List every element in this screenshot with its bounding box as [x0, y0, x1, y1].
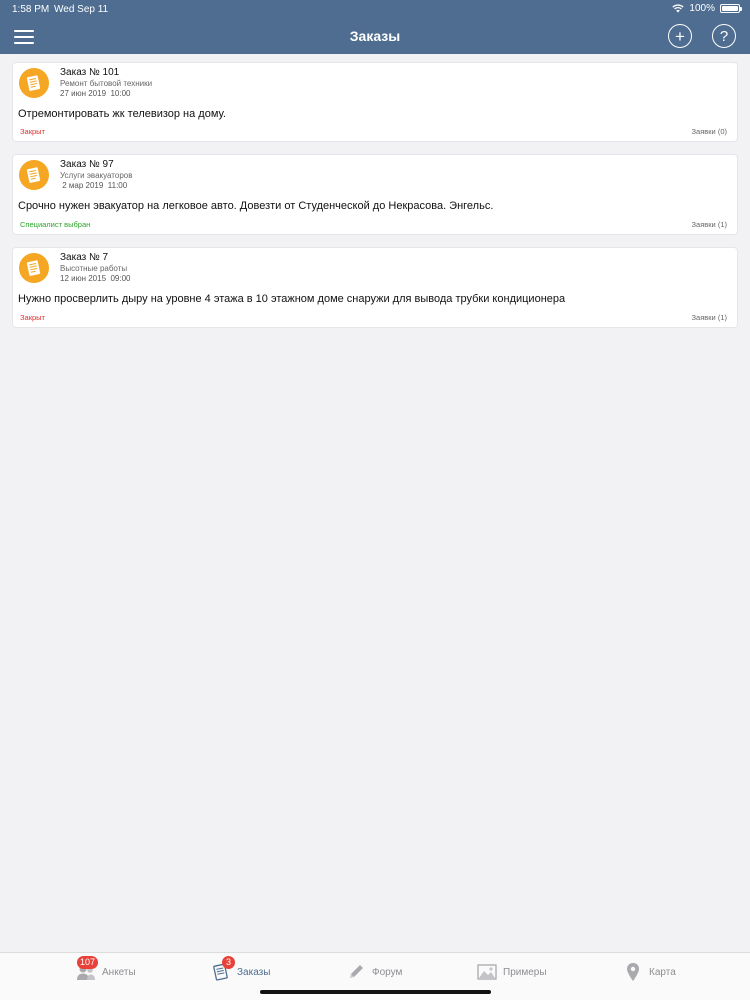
order-avatar [19, 68, 49, 98]
order-title: Заказ № 97 [60, 159, 114, 170]
home-indicator[interactable] [260, 990, 491, 994]
order-description: Срочно нужен эвакуатор на легковое авто.… [18, 200, 494, 212]
document-icon [26, 75, 41, 91]
orders-badge: 3 [222, 956, 235, 969]
add-order-button[interactable]: + [668, 24, 692, 48]
status-right: 100% [672, 3, 742, 14]
map-pin-icon [623, 962, 643, 982]
document-icon [26, 260, 41, 276]
order-category: Высотные работы [60, 264, 128, 273]
tab-orders[interactable]: 3 Заказы [211, 956, 271, 983]
orders-icon: 3 [211, 956, 235, 982]
order-description: Отремонтировать жк телевизор на дому. [18, 108, 226, 120]
order-category: Ремонт бытовой техники [60, 79, 153, 88]
tab-label: Анкеты [102, 966, 136, 978]
order-bids-count: Заявки (1) [691, 313, 727, 322]
document-icon [26, 167, 41, 183]
order-status: Закрыт [20, 313, 45, 322]
order-bids-count: Заявки (0) [691, 127, 727, 136]
profiles-badge: 107 [77, 956, 99, 969]
order-card[interactable]: Заказ № 97 Услуги эвакуаторов 2 мар 2019… [12, 154, 738, 235]
order-title: Заказ № 7 [60, 252, 109, 263]
order-title: Заказ № 101 [60, 67, 120, 78]
navigation-bar: Заказы + ? [0, 18, 750, 54]
tab-forum[interactable]: Форум [346, 961, 402, 983]
tab-label: Форум [372, 966, 403, 978]
orders-list: Заказ № 101 Ремонт бытовой техники 27 ию… [12, 62, 738, 340]
battery-icon [720, 4, 742, 13]
page-title: Заказы [349, 28, 401, 44]
tab-label: Примеры [503, 966, 547, 978]
order-avatar [19, 253, 49, 283]
top-bar: 1:58 PM Wed Sep 11 100% Заказы + ? [0, 0, 750, 54]
order-category: Услуги эвакуаторов [60, 171, 133, 180]
order-description: Нужно просверлить дыру на уровне 4 этажа… [18, 293, 566, 305]
tab-map[interactable]: Карта [623, 961, 676, 983]
order-card[interactable]: Заказ № 7 Высотные работы 12 июн 2015 09… [12, 247, 738, 328]
order-card[interactable]: Заказ № 101 Ремонт бытовой техники 27 ию… [12, 62, 738, 142]
tab-examples[interactable]: Примеры [477, 961, 547, 983]
order-status: Закрыт [20, 127, 45, 136]
question-icon: ? [719, 27, 729, 45]
order-status: Специалист выбран [20, 220, 91, 229]
order-date: 27 июн 2019 10:00 [60, 89, 131, 98]
order-date: 12 июн 2015 09:00 [60, 274, 131, 283]
picture-icon [477, 962, 497, 982]
battery-percent: 100% [689, 3, 715, 14]
order-avatar [19, 160, 49, 190]
plus-icon: + [675, 26, 685, 46]
order-bids-count: Заявки (1) [691, 220, 727, 229]
tab-label: Карта [649, 966, 676, 978]
pencil-icon [346, 962, 366, 982]
help-button[interactable]: ? [712, 24, 736, 48]
order-date: 2 мар 2019 11:00 [60, 181, 128, 190]
status-bar: 1:58 PM Wed Sep 11 100% [0, 0, 750, 18]
wifi-icon [672, 4, 685, 13]
status-date: Wed Sep 11 [54, 4, 109, 15]
status-time: 1:58 PM [12, 4, 50, 15]
tab-profiles[interactable]: 107 Анкеты [76, 956, 136, 983]
tab-label: Заказы [237, 966, 271, 978]
people-icon: 107 [76, 956, 99, 982]
